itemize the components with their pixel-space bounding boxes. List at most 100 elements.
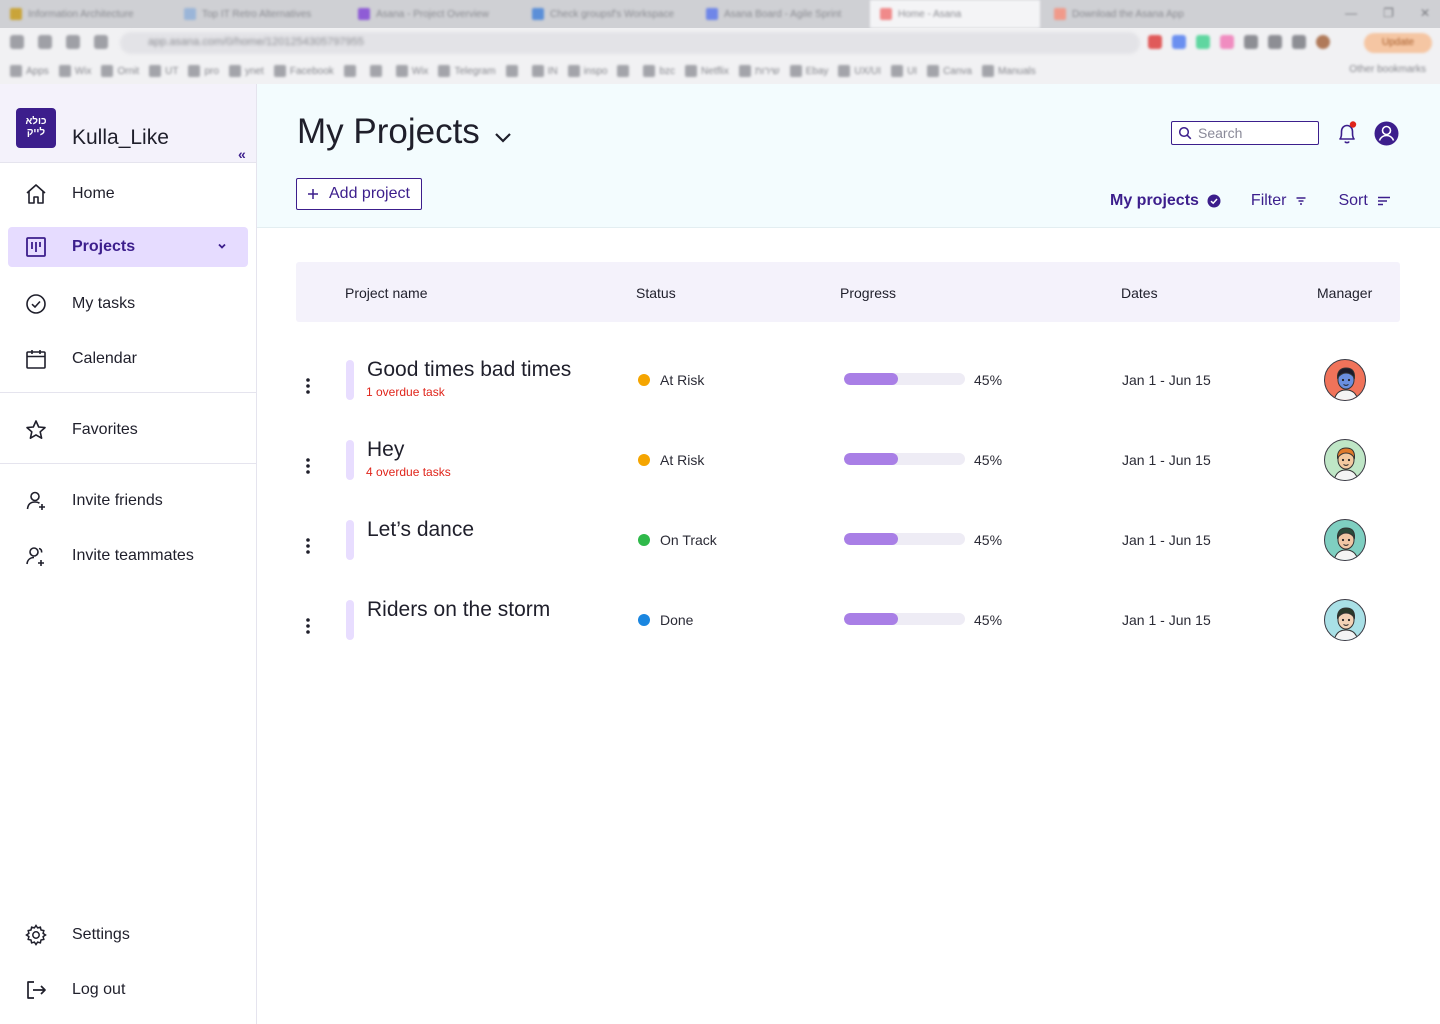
bookmark-label: Ebay (805, 65, 829, 77)
search-box[interactable] (1171, 121, 1319, 145)
column-header-status[interactable]: Status (636, 285, 676, 301)
bookmark-item[interactable]: ynet (228, 65, 264, 77)
browser-tab[interactable]: Check groupsf's Workspace (522, 0, 692, 28)
browser-tab[interactable]: Download the Asana App (1044, 0, 1214, 28)
bookmark-item[interactable] (505, 65, 522, 77)
bookmark-item[interactable]: Ornit (101, 65, 139, 77)
bookmark-item[interactable]: Telegram (438, 65, 496, 77)
bookmark-item[interactable]: Manuals (981, 65, 1036, 77)
extension-icon[interactable] (1196, 35, 1210, 49)
extension-icon[interactable] (1148, 35, 1162, 49)
search-input[interactable] (1198, 125, 1318, 141)
browser-tab[interactable]: Information Architecture (0, 0, 170, 28)
sidebar-item-my-tasks[interactable]: My tasks (8, 284, 248, 324)
project-name[interactable]: Riders on the storm (367, 598, 550, 622)
manager-avatar[interactable] (1324, 599, 1366, 641)
user-profile-icon[interactable] (1374, 121, 1399, 146)
logout-icon (27, 981, 46, 999)
bookmark-item[interactable]: Netflix (685, 65, 729, 77)
browser-tab[interactable]: Home - Asana (870, 0, 1040, 28)
url-bar[interactable]: app.asana.com/0/home/1201254305797955 (120, 32, 1140, 54)
extension-icon[interactable] (1172, 35, 1186, 49)
manager-avatar[interactable] (1324, 359, 1366, 401)
table-row[interactable]: Riders on the storm Done 45% Jan 1 - Jun… (296, 598, 1400, 680)
bookmark-item[interactable] (617, 65, 633, 77)
bookmark-item[interactable]: Facebook (273, 65, 334, 77)
bookmark-item[interactable] (343, 65, 360, 77)
sidebar-item-log-out[interactable]: Log out (8, 970, 248, 1010)
more-options-icon[interactable] (298, 616, 318, 636)
sidebar-item-calendar[interactable]: Calendar (8, 339, 248, 379)
bookmark-item[interactable]: שירות (738, 65, 780, 77)
status-badge[interactable]: At Risk (638, 452, 704, 468)
bookmark-item[interactable]: inspo (567, 65, 607, 77)
project-name[interactable]: Let’s dance (367, 518, 474, 542)
project-name[interactable]: Hey (367, 438, 404, 462)
close-icon[interactable]: ✕ (1420, 6, 1430, 20)
sidebar-item-projects[interactable]: Projects (8, 227, 248, 267)
table-row[interactable]: Let’s dance On Track 45% Jan 1 - Jun 15 (296, 518, 1400, 600)
bookmark-item[interactable] (369, 65, 386, 77)
back-icon[interactable] (10, 35, 24, 49)
bookmark-item[interactable]: bzc (643, 65, 675, 77)
collapse-sidebar-icon[interactable]: « (238, 146, 246, 162)
chevron-down-icon[interactable] (216, 240, 228, 252)
bookmark-item[interactable]: IN (531, 65, 558, 77)
extension-icon[interactable] (1244, 35, 1258, 49)
notification-bell-icon[interactable] (1335, 120, 1359, 146)
bookmark-item[interactable]: Canva (927, 65, 972, 77)
puzzle-icon[interactable] (1268, 35, 1282, 49)
more-options-icon[interactable] (298, 376, 318, 396)
bookmark-item[interactable]: UI (891, 65, 917, 77)
update-button[interactable]: Update (1364, 33, 1432, 53)
reload-icon[interactable] (66, 35, 80, 49)
table-row[interactable]: Good times bad times 1 overdue task At R… (296, 358, 1400, 440)
sidebar-item-settings[interactable]: Settings (8, 915, 248, 955)
sidebar-item-favorites[interactable]: Favorites (8, 410, 248, 450)
status-badge[interactable]: On Track (638, 532, 717, 548)
media-icon[interactable] (1292, 35, 1306, 49)
table-row[interactable]: Hey 4 overdue tasks At Risk 45% Jan 1 - … (296, 438, 1400, 520)
status-badge[interactable]: At Risk (638, 372, 704, 388)
bookmark-item[interactable]: UT (149, 65, 178, 77)
column-header-manager[interactable]: Manager (1317, 285, 1372, 301)
browser-tab[interactable]: Asana Board - Agile Sprint (696, 0, 866, 28)
sidebar-item-home[interactable]: Home (8, 174, 248, 214)
browser-tab[interactable]: Top IT Retro Alternatives (174, 0, 344, 28)
overdue-tasks-label[interactable]: 4 overdue tasks (366, 465, 451, 479)
status-badge[interactable]: Done (638, 612, 693, 628)
project-name[interactable]: Good times bad times (367, 358, 571, 382)
bookmark-favicon-icon (685, 65, 698, 77)
page-title[interactable]: My Projects (297, 112, 514, 152)
browser-profile-icon[interactable] (1316, 35, 1330, 49)
sort-button[interactable]: Sort (1338, 192, 1391, 210)
my-projects-toggle[interactable]: My projects (1110, 192, 1221, 210)
maximize-icon[interactable]: ❐ (1383, 6, 1394, 20)
bookmark-item[interactable]: Wix (58, 65, 91, 77)
bookmark-item[interactable]: Apps (10, 65, 49, 77)
workspace-logo[interactable]: כולא לייק (16, 108, 56, 148)
bookmark-item[interactable]: pro (188, 65, 219, 77)
sidebar-item-invite-friends[interactable]: Invite friends (8, 481, 248, 521)
minimize-icon[interactable]: — (1345, 6, 1357, 20)
bookmark-item[interactable]: Wix (395, 65, 428, 77)
forward-icon[interactable] (38, 35, 52, 49)
manager-avatar[interactable] (1324, 519, 1366, 561)
column-header-dates[interactable]: Dates (1121, 285, 1158, 301)
extension-icon[interactable] (1220, 35, 1234, 49)
browser-tab[interactable]: Asana - Project Overview (348, 0, 518, 28)
bookmark-item[interactable]: UX/UI (838, 65, 881, 77)
add-project-button[interactable]: Add project (296, 178, 422, 210)
column-header-project-name[interactable]: Project name (345, 285, 427, 301)
overdue-tasks-label[interactable]: 1 overdue task (366, 385, 445, 399)
sidebar-item-invite-teammates[interactable]: Invite teammates (8, 536, 248, 576)
more-options-icon[interactable] (298, 536, 318, 556)
other-bookmarks[interactable]: Other bookmarks (1349, 64, 1426, 75)
filter-button[interactable]: Filter (1251, 192, 1309, 210)
manager-avatar[interactable] (1324, 439, 1366, 481)
column-header-progress[interactable]: Progress (840, 285, 896, 301)
more-options-icon[interactable] (298, 456, 318, 476)
chevron-down-icon[interactable] (492, 126, 514, 148)
bookmark-item[interactable]: Ebay (789, 65, 829, 77)
home-browser-icon[interactable] (94, 35, 108, 49)
